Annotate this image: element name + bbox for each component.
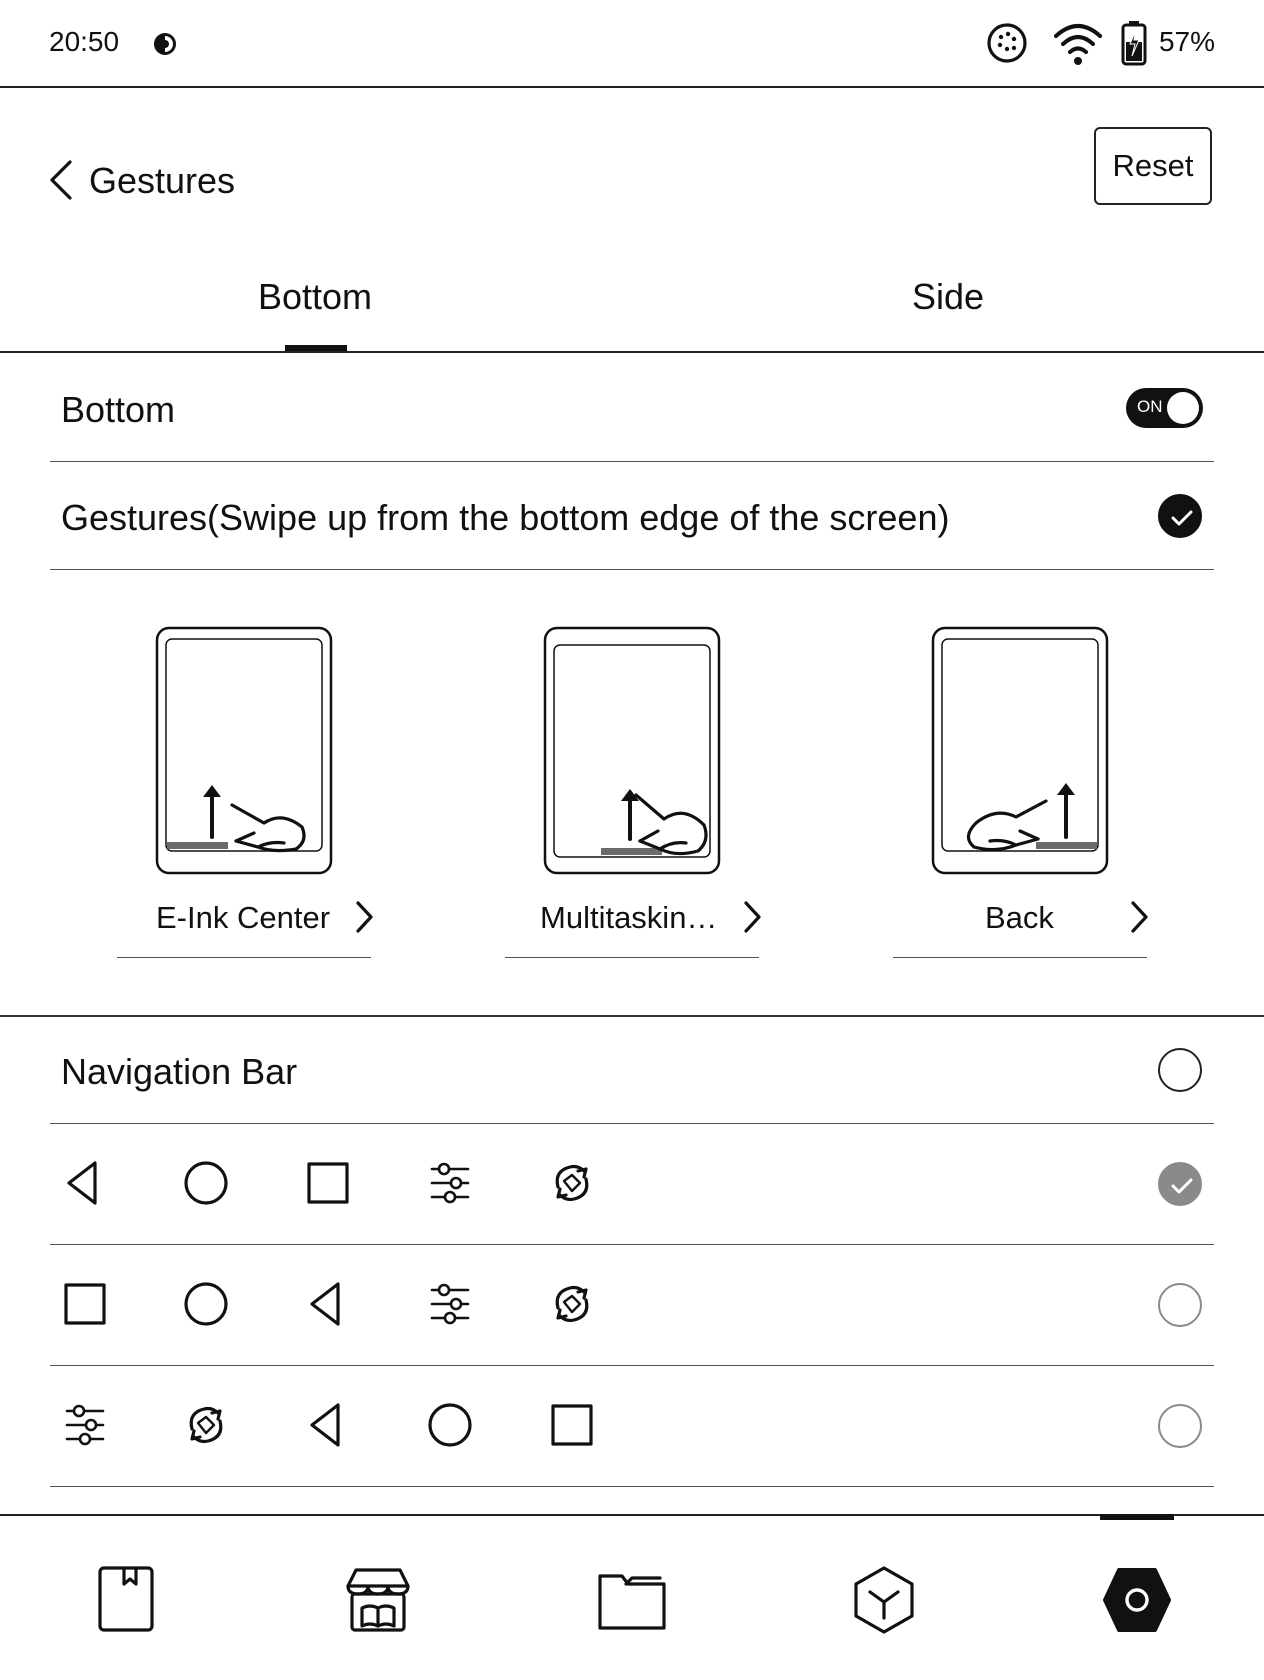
sliders-icon	[426, 1159, 474, 1207]
gesture-card-right-illustration	[931, 626, 1110, 875]
tab-bottom[interactable]: Bottom	[165, 276, 465, 318]
battery-percent: 57%	[1158, 26, 1215, 57]
nav-layout-radio[interactable]	[1158, 1283, 1202, 1327]
gesture-underline	[893, 957, 1147, 958]
gesture-action-label-left[interactable]: E-Ink Center	[156, 900, 330, 936]
divider	[50, 569, 1214, 570]
back-button[interactable]	[46, 158, 76, 202]
recents-square-icon	[61, 1280, 109, 1328]
library-icon[interactable]	[90, 1564, 162, 1636]
navigation-bar-radio[interactable]	[1158, 1048, 1202, 1092]
store-icon[interactable]	[342, 1564, 414, 1636]
chevron-right-icon[interactable]	[354, 900, 374, 934]
gestures-option-label: Gestures(Swipe up from the bottom edge o…	[61, 497, 950, 538]
wifi-icon	[1052, 20, 1104, 66]
navigation-bar-label: Navigation Bar	[61, 1051, 298, 1092]
bottom-nav-active-indicator	[1100, 1514, 1174, 1520]
sliders-icon	[61, 1401, 109, 1449]
recents-square-icon	[304, 1159, 352, 1207]
check-icon	[1171, 1178, 1193, 1194]
bottom-nav-divider	[0, 1514, 1264, 1516]
refresh-dots-icon	[986, 22, 1028, 64]
home-circle-icon	[426, 1401, 474, 1449]
toggle-knob	[1167, 392, 1199, 424]
folder-icon[interactable]	[596, 1564, 668, 1636]
nav-layout-radio[interactable]	[1158, 1404, 1202, 1448]
back-triangle-icon	[302, 1401, 350, 1449]
apps-cube-icon[interactable]	[848, 1564, 920, 1636]
bottom-setting-label: Bottom	[61, 389, 176, 430]
gesture-card-left-illustration	[155, 626, 334, 875]
check-icon	[1171, 510, 1193, 526]
home-circle-icon	[182, 1280, 230, 1328]
back-triangle-icon	[302, 1280, 350, 1328]
gestures-radio[interactable]	[1158, 494, 1202, 538]
home-circle-icon	[182, 1159, 230, 1207]
gesture-underline	[117, 957, 371, 958]
settings-hexagon-icon[interactable]	[1101, 1564, 1173, 1636]
sliders-icon	[426, 1280, 474, 1328]
status-time: 20:50	[49, 26, 120, 57]
gesture-card-center-illustration	[543, 626, 722, 875]
section-divider	[0, 1015, 1264, 1017]
refresh-icon	[182, 1401, 230, 1449]
back-triangle-icon	[59, 1159, 107, 1207]
chevron-right-icon[interactable]	[742, 900, 762, 934]
gesture-action-label-center[interactable]: Multitaskin…	[540, 900, 717, 936]
refresh-icon	[548, 1280, 596, 1328]
reset-button[interactable]: Reset	[1094, 127, 1212, 205]
nav-layout-radio[interactable]	[1158, 1162, 1202, 1206]
tab-side[interactable]: Side	[798, 276, 1098, 318]
battery-charging-icon	[1120, 20, 1148, 66]
toggle-state-label: ON	[1137, 397, 1163, 416]
chevron-right-icon[interactable]	[1129, 900, 1149, 934]
refresh-icon	[548, 1159, 596, 1207]
divider	[50, 461, 1214, 462]
bottom-toggle[interactable]: ON	[1126, 388, 1203, 428]
chevron-left-icon	[50, 160, 72, 200]
divider	[50, 1486, 1214, 1487]
page-title: Gestures	[89, 160, 236, 201]
recents-square-icon	[548, 1401, 596, 1449]
tabs-divider	[0, 351, 1264, 353]
gesture-underline	[505, 957, 759, 958]
theme-contrast-icon	[152, 31, 178, 57]
gesture-action-label-right[interactable]: Back	[985, 900, 1054, 936]
